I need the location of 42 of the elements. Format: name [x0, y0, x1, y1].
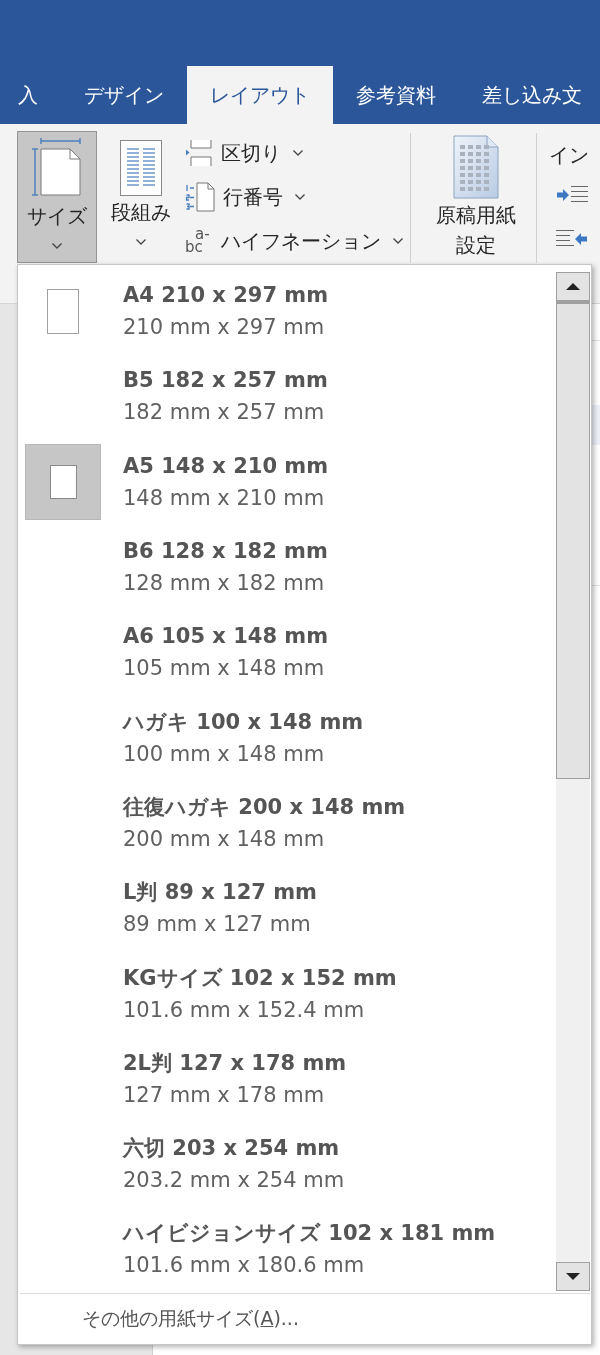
paper-size-option[interactable]: B6 128 x 182 mm 128 mm x 182 mm — [18, 524, 556, 611]
hyphenation-icon: a- bc — [185, 228, 213, 254]
page-break-icon — [185, 139, 213, 167]
line-numbers-button[interactable]: 行番号 — [182, 175, 310, 219]
ribbon-tab[interactable]: 入 — [0, 66, 61, 124]
ribbon-tab[interactable]: レイアウト — [187, 66, 333, 124]
caret-icon — [295, 194, 305, 200]
paper-size-option[interactable]: ハイビジョンサイズ 102 x 181 mm 101.6 mm x 180.6 mm — [18, 1207, 556, 1293]
breaks-button[interactable]: 区切り — [182, 131, 308, 175]
arrow-left-lines-icon[interactable] — [556, 229, 588, 249]
ribbon-tab[interactable]: 参考資料 — [333, 66, 459, 124]
paper-size-option[interactable]: A4 210 x 297 mm 210 mm x 297 mm — [18, 269, 556, 355]
caret-icon — [293, 150, 303, 156]
paper-size-option[interactable]: 2L判 127 x 178 mm 127 mm x 178 mm — [18, 1036, 556, 1122]
numbered-page-icon — [185, 182, 215, 212]
paper-size-option[interactable]: 六切 203 x 254 mm 203.2 mm x 254 mm — [18, 1121, 556, 1208]
triangle-up-icon — [566, 283, 580, 290]
grid-page-icon — [453, 135, 499, 199]
paper-size-option[interactable]: L判 89 x 127 mm 89 mm x 127 mm — [18, 866, 556, 952]
paper-size-option[interactable]: B5 182 x 257 mm 182 mm x 257 mm — [18, 354, 556, 440]
paper-size-option[interactable]: 往復ハガキ 200 x 148 mm 200 mm x 148 mm — [18, 780, 556, 867]
more-paper-sizes-item[interactable]: その他の用紙サイズ(A)... — [82, 1306, 299, 1332]
paper-size-option[interactable]: A5 148 x 210 mm 148 mm x 210 mm — [18, 439, 556, 525]
scroll-down-button[interactable] — [556, 1262, 590, 1291]
manuscript-paper-button[interactable]: 原稿用紙設定 — [416, 131, 536, 263]
ribbon-tab[interactable]: デザイン — [61, 66, 187, 124]
caret-icon — [136, 239, 146, 245]
columns-button[interactable]: 段組み — [105, 131, 177, 263]
paper-size-option[interactable]: KGサイズ 102 x 152 mm 101.6 mm x 152.4 mm — [18, 951, 556, 1037]
scrollbar-thumb[interactable] — [556, 301, 590, 779]
arrow-right-lines-icon[interactable] — [556, 185, 588, 205]
columns-icon — [120, 140, 162, 196]
size-button[interactable]: サイズ — [17, 131, 97, 263]
triangle-down-icon — [566, 1273, 580, 1280]
ribbon-tab[interactable]: 差し込み文 — [459, 66, 600, 124]
paper-size-option[interactable]: ハガキ 100 x 148 mm 100 mm x 148 mm — [18, 695, 556, 781]
indent-heading: イン — [549, 142, 589, 169]
caret-icon — [52, 243, 62, 249]
paper-size-option[interactable]: A6 105 x 148 mm 105 mm x 148 mm — [18, 610, 556, 696]
caret-icon — [393, 238, 403, 244]
scroll-up-button[interactable] — [556, 272, 590, 301]
page-size-icon — [32, 138, 82, 196]
